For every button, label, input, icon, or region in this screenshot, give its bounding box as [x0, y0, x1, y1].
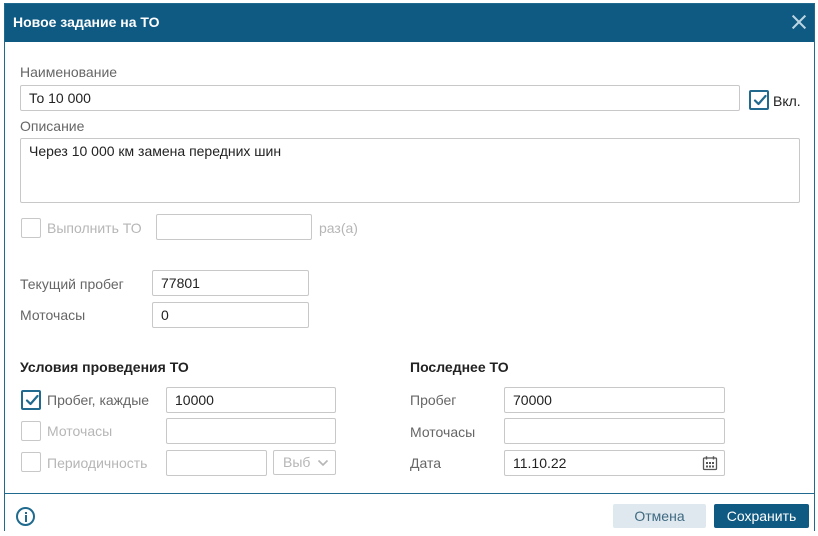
condition-engine-hours-label: Моточасы: [47, 423, 113, 439]
last-mileage-input[interactable]: 70000: [504, 387, 725, 413]
cancel-button[interactable]: Отмена: [613, 504, 706, 528]
check-icon: [753, 94, 767, 106]
conditions-title: Условия проведения ТО: [20, 359, 189, 375]
engine-hours-label: Моточасы: [20, 307, 86, 323]
last-to-title: Последнее ТО: [410, 359, 509, 375]
last-mileage-label: Пробег: [410, 392, 457, 408]
condition-mileage-label: Пробег, каждые: [47, 392, 150, 408]
last-engine-hours-input[interactable]: [504, 418, 725, 444]
condition-periodicity-input[interactable]: [166, 450, 267, 476]
dialog-footer: Отмена Сохранить: [5, 493, 814, 531]
condition-mileage-checkbox[interactable]: [21, 390, 41, 410]
dialog-titlebar: Новое задание на ТО: [5, 4, 814, 42]
close-icon[interactable]: [790, 13, 808, 31]
condition-engine-hours-input[interactable]: [166, 418, 336, 444]
current-mileage-input[interactable]: 77801: [152, 270, 309, 296]
last-date-value: 11.10.22: [513, 455, 567, 471]
periodicity-unit-select[interactable]: Выб: [273, 450, 336, 475]
dialog-title: Новое задание на ТО: [13, 14, 160, 30]
chevron-down-icon: [317, 459, 329, 467]
condition-periodicity-checkbox[interactable]: [21, 452, 41, 472]
times-label: раз(а): [319, 220, 358, 236]
current-mileage-label: Текущий пробег: [20, 276, 124, 292]
condition-periodicity-label: Периодичность: [47, 455, 148, 471]
last-date-input[interactable]: 11.10.22: [504, 450, 725, 476]
calendar-icon[interactable]: [702, 455, 718, 471]
enabled-label: Вкл.: [773, 93, 801, 109]
info-icon[interactable]: [16, 507, 35, 526]
condition-mileage-input[interactable]: 10000: [166, 387, 336, 413]
name-input[interactable]: То 10 000: [20, 85, 740, 111]
save-button[interactable]: Сохранить: [714, 504, 809, 528]
perform-times-input[interactable]: [156, 214, 312, 240]
new-maintenance-dialog: Новое задание на ТО Наименование То 10 0…: [4, 3, 815, 531]
engine-hours-input[interactable]: 0: [152, 302, 309, 328]
periodicity-unit-value: Выб: [283, 454, 311, 470]
description-label: Описание: [20, 118, 85, 134]
check-icon: [25, 394, 39, 406]
last-engine-hours-label: Моточасы: [410, 424, 476, 440]
description-textarea[interactable]: Через 10 000 км замена передних шин: [20, 138, 800, 203]
perform-checkbox[interactable]: [21, 218, 41, 238]
condition-engine-hours-checkbox[interactable]: [21, 421, 41, 441]
perform-label: Выполнить ТО: [47, 220, 142, 236]
enabled-checkbox[interactable]: [749, 90, 769, 110]
last-date-label: Дата: [410, 455, 442, 471]
name-label: Наименование: [20, 64, 118, 80]
